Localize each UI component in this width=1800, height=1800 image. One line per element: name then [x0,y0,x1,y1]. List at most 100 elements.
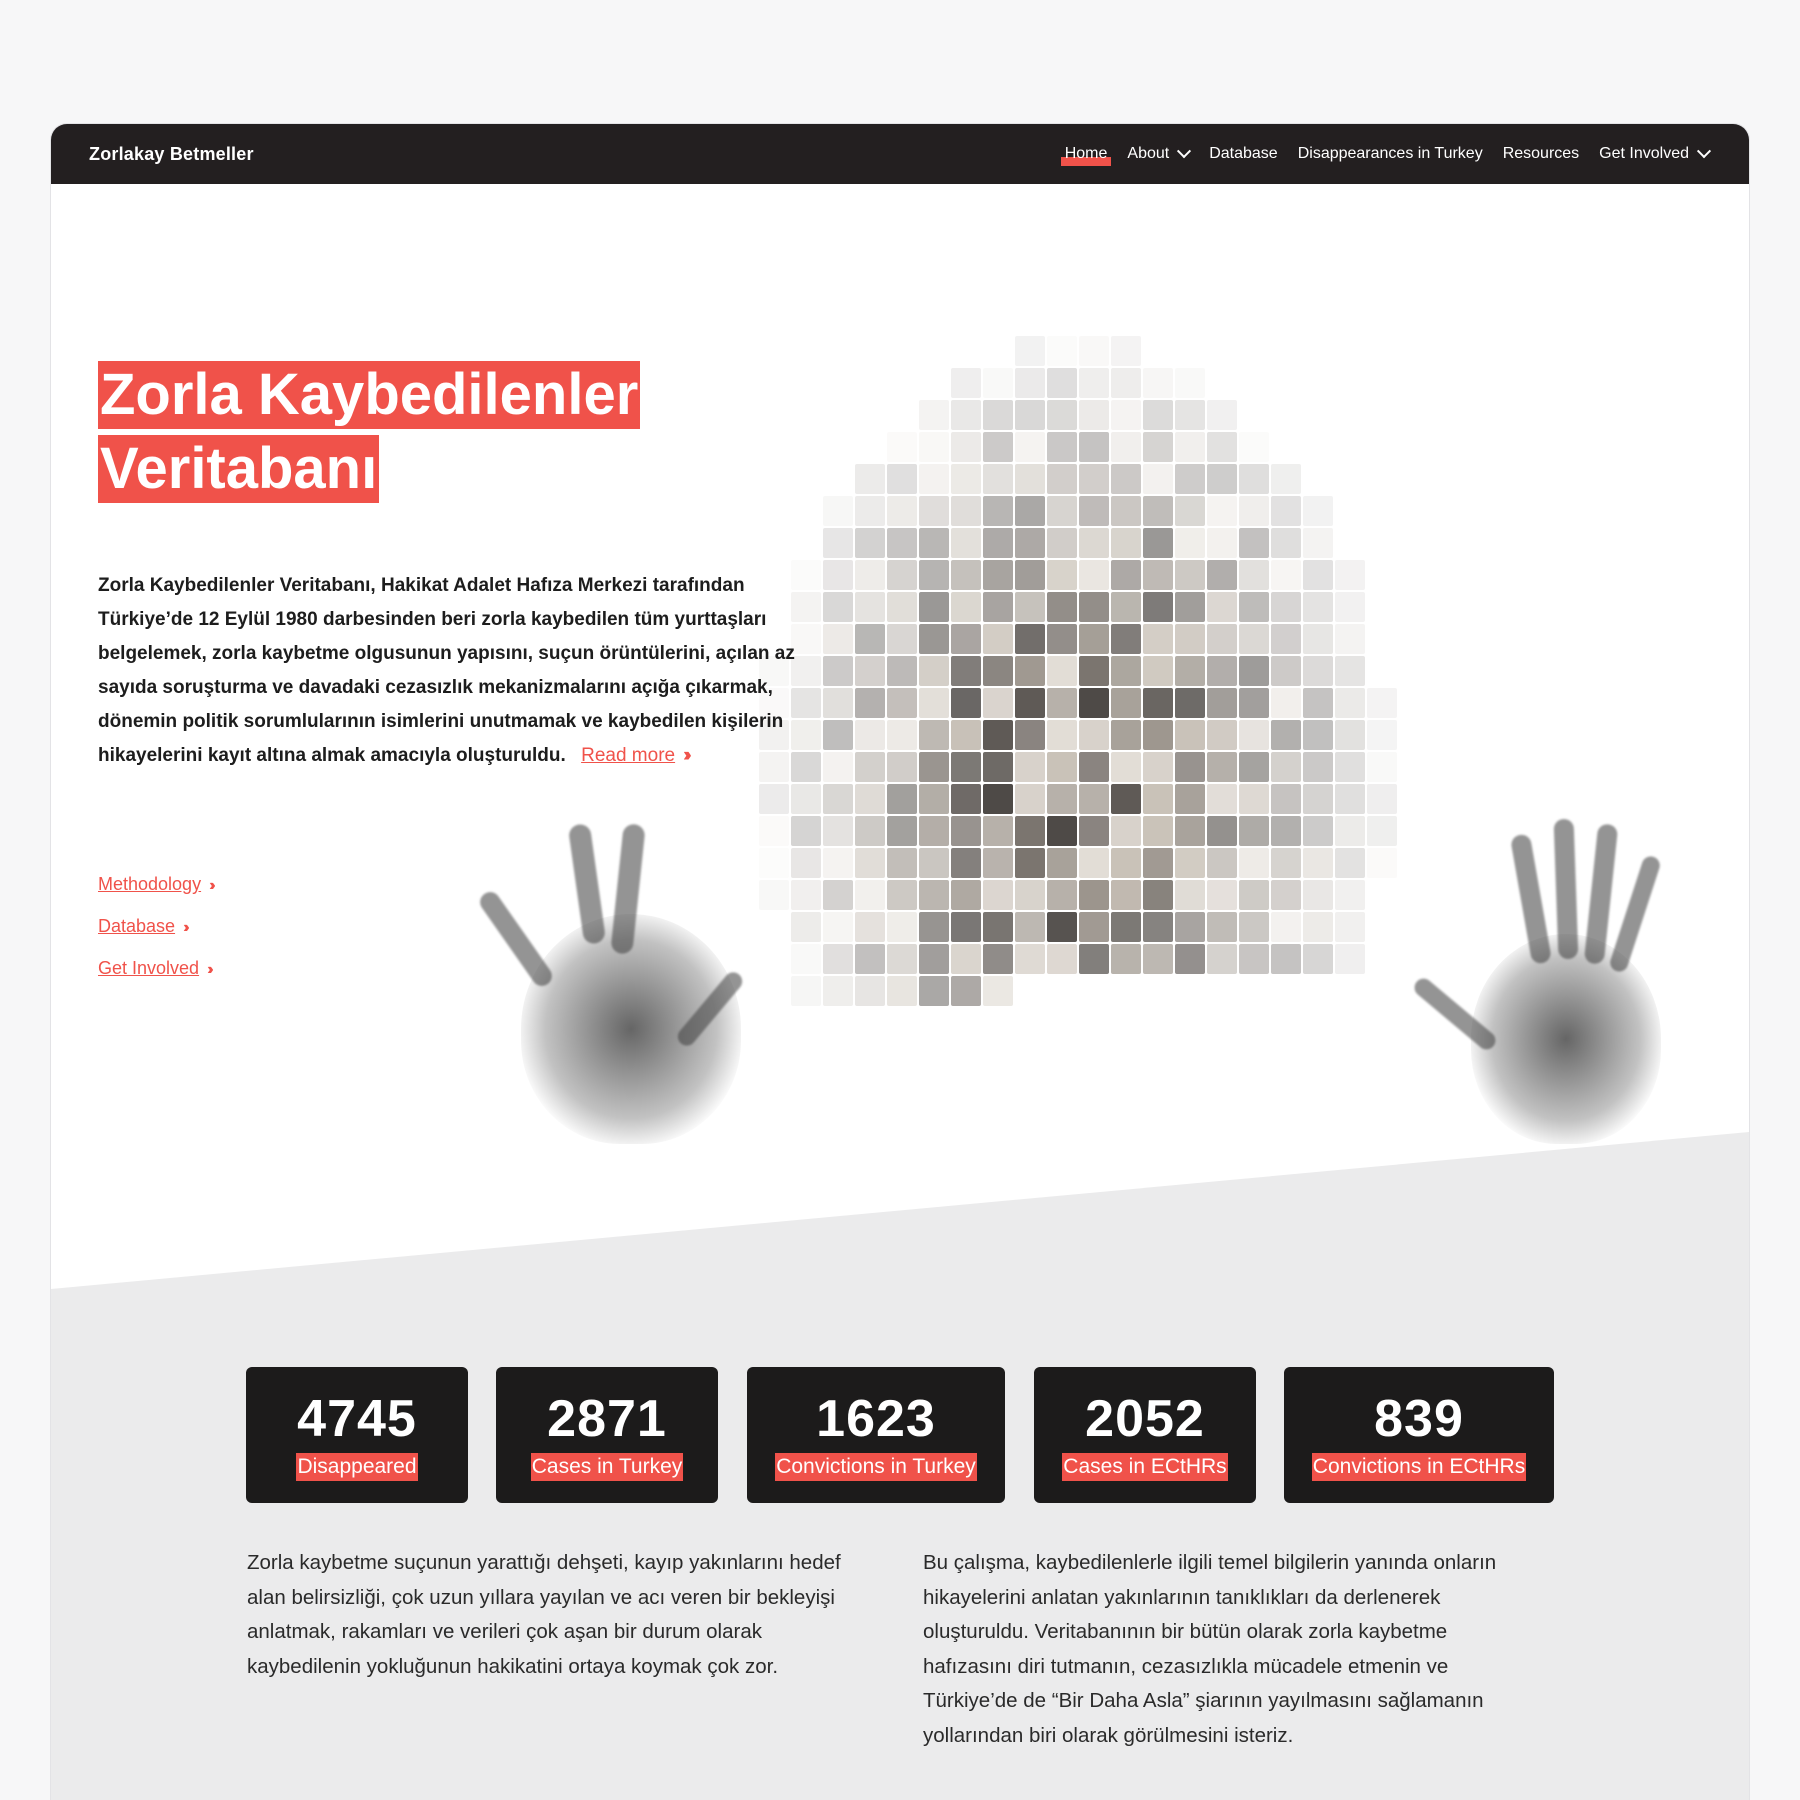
portrait-tile [1303,624,1333,654]
portrait-tile [983,368,1013,398]
portrait-tile [1207,688,1237,718]
portrait-tile [1239,464,1269,494]
portrait-tile [1207,464,1237,494]
stat-card-convictions-turkey: 1623 Convictions in Turkey [747,1367,1005,1503]
portrait-tile [1079,720,1109,750]
portrait-tile [855,944,885,974]
portrait-tile [1015,464,1045,494]
portrait-tile [951,720,981,750]
nav-item-home[interactable]: Home [1060,145,1112,166]
nav-item-about[interactable]: About [1127,144,1192,163]
stat-label: Disappeared [296,1453,418,1481]
stat-card-cases-turkey: 2871 Cases in Turkey [496,1367,718,1503]
portrait-tile [1239,944,1269,974]
portrait-tile [1111,432,1141,462]
portrait-tile [1079,944,1109,974]
portrait-tile [1175,816,1205,846]
portrait-tile [855,688,885,718]
chevron-down-icon [1177,144,1192,159]
portrait-tile [1303,912,1333,942]
portrait-tile [1143,720,1173,750]
portrait-tile [887,976,917,1006]
portrait-tile [1335,688,1365,718]
portrait-tile [1175,720,1205,750]
portrait-tile [1239,720,1269,750]
portrait-tile [1239,656,1269,686]
portrait-tile [855,720,885,750]
portrait-tile [1111,784,1141,814]
portrait-tile [887,432,917,462]
database-link-row[interactable]: Database ›› [98,916,212,937]
portrait-tile [1111,496,1141,526]
nav-item-disappearances[interactable]: Disappearances in Turkey [1298,145,1483,163]
portrait-tile [1175,464,1205,494]
portrait-tile [887,560,917,590]
portrait-tile [1367,752,1397,782]
portrait-tile [791,912,821,942]
portrait-tile [1271,656,1301,686]
portrait-tile [1111,944,1141,974]
get-involved-link[interactable]: Get Involved [98,958,199,978]
portrait-tile [1143,848,1173,878]
portrait-tile [1335,560,1365,590]
portrait-tile [1239,784,1269,814]
portrait-tile [951,624,981,654]
portrait-tile [1079,432,1109,462]
portrait-tile [919,528,949,558]
portrait-tile [1207,528,1237,558]
portrait-tile [1239,848,1269,878]
portrait-tile [983,848,1013,878]
database-link[interactable]: Database [98,916,175,936]
portrait-tile [1367,688,1397,718]
intro-paragraph: Zorla Kaybedilenler Veritabanı, Hakikat … [98,569,818,773]
portrait-tile [823,752,853,782]
portrait-tile [919,880,949,910]
portrait-tile [759,880,789,910]
portrait-tile [1271,784,1301,814]
portrait-tile [1111,464,1141,494]
site-brand[interactable]: Zorlakay Betmeller [89,144,254,165]
portrait-tile [1239,688,1269,718]
nav-item-get-involved[interactable]: Get Involved [1599,144,1712,163]
methodology-link[interactable]: Methodology [98,874,201,894]
nav-item-database[interactable]: Database [1209,145,1278,163]
nav-item-label: About [1127,145,1170,162]
portrait-tile [1015,848,1045,878]
portrait-tile [1143,656,1173,686]
portrait-tile [823,528,853,558]
portrait-tile [1175,656,1205,686]
portrait-tile [823,848,853,878]
portrait-tile [1079,848,1109,878]
double-chevron-right-icon: ›› [207,961,213,978]
portrait-tile [1111,400,1141,430]
nav-item-resources[interactable]: Resources [1503,145,1579,163]
portrait-tile [1303,944,1333,974]
read-more-link[interactable]: Read more [581,745,675,766]
portrait-tile [1111,560,1141,590]
portrait-tile [1143,624,1173,654]
portrait-tile [951,976,981,1006]
portrait-tile [823,624,853,654]
portrait-tile [919,400,949,430]
stat-label: Cases in ECtHRs [1062,1453,1228,1481]
portrait-tile [1079,528,1109,558]
get-involved-link-row[interactable]: Get Involved ›› [98,958,213,979]
portrait-tile [1111,848,1141,878]
portrait-tile [1175,944,1205,974]
portrait-tile [951,560,981,590]
portrait-tile [1047,496,1077,526]
portrait-tile [1207,496,1237,526]
portrait-tile [887,912,917,942]
portrait-tile [1079,656,1109,686]
portrait-tile [1335,880,1365,910]
portrait-tile [1207,400,1237,430]
portrait-tile [1207,944,1237,974]
portrait-tile [1271,624,1301,654]
methodology-link-row[interactable]: Methodology ›› [98,874,215,895]
portrait-tile [823,688,853,718]
portrait-tile [1079,688,1109,718]
portrait-tile [887,688,917,718]
portrait-tile [1175,624,1205,654]
portrait-tile [1271,752,1301,782]
portrait-tile [887,944,917,974]
